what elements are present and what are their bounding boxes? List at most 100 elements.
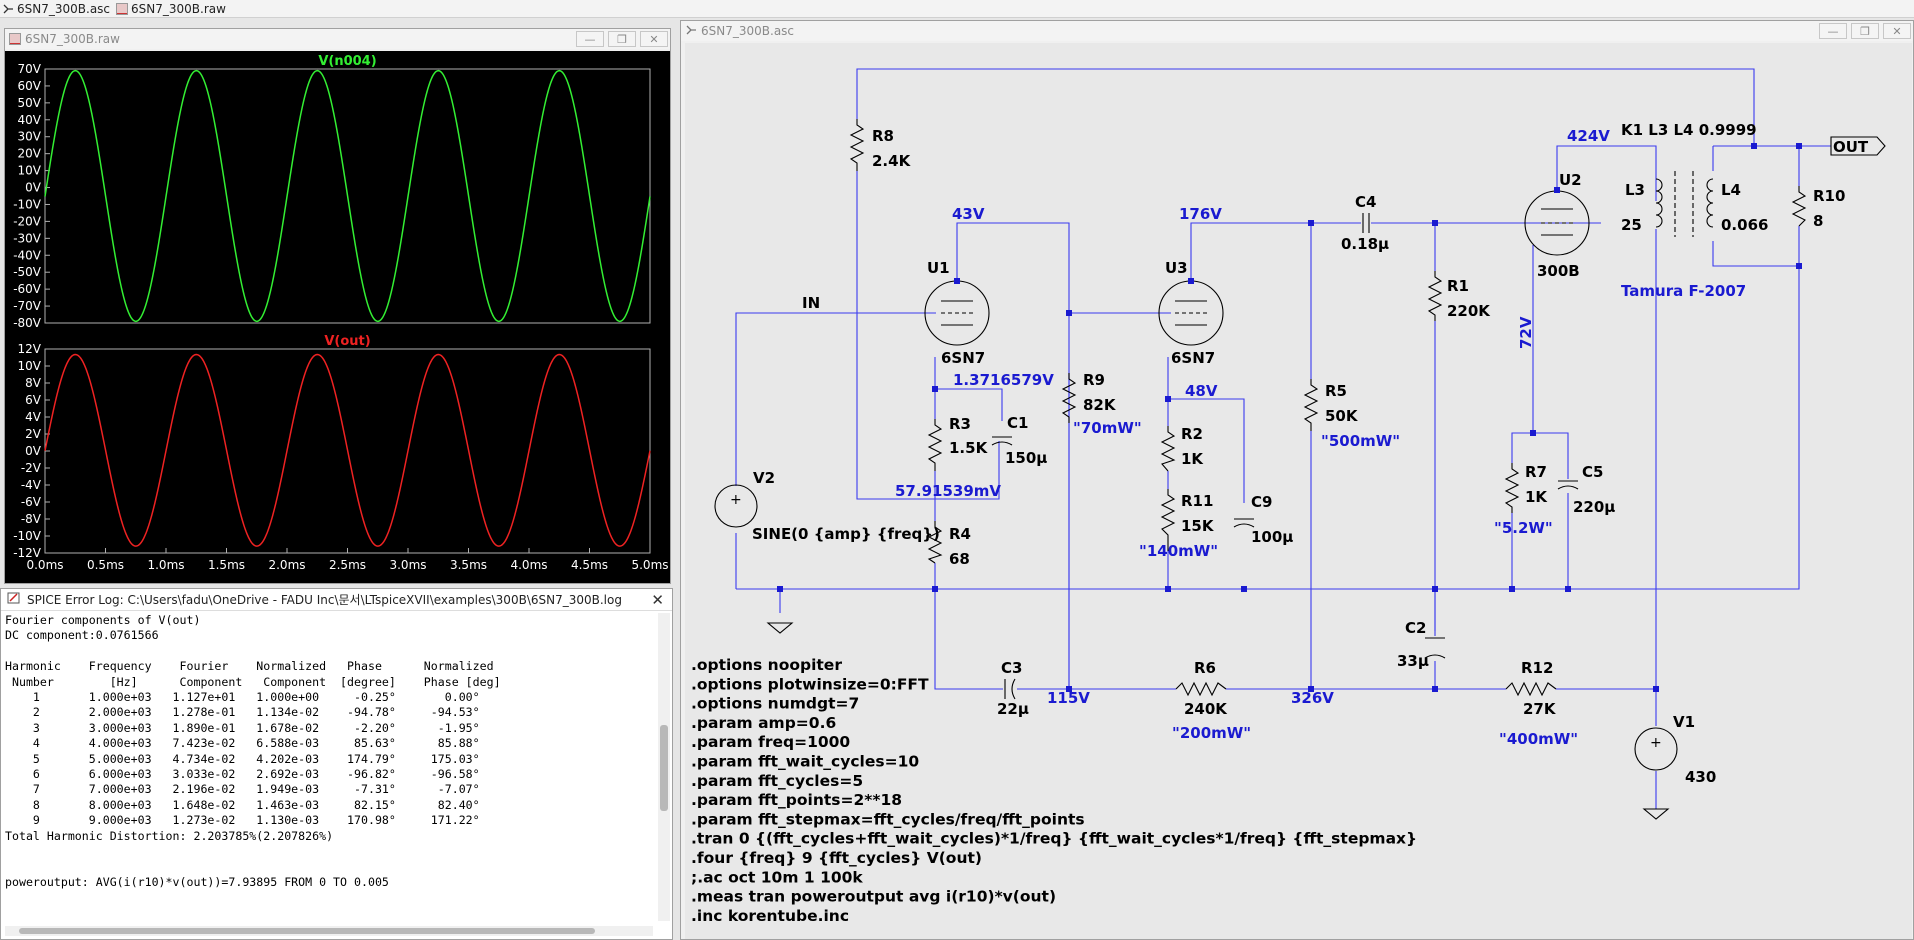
minimize-button[interactable]: — <box>576 31 604 47</box>
minimize-button[interactable]: — <box>1819 23 1847 39</box>
schematic-canvas[interactable]: + + R8 2.4K R9 82K "70mW" R3 1.5K C1 150… <box>685 43 1912 939</box>
scrollbar-thumb[interactable] <box>19 928 595 934</box>
node-57mv: 57.91539mV <box>895 482 1001 500</box>
tab-waveform[interactable]: 6SN7_300B.raw <box>116 0 226 18</box>
spice-directive-line: .options plotwinsize=0:FFT <box>691 675 929 693</box>
close-icon[interactable]: ✕ <box>651 591 664 609</box>
u1-value: 6SN7 <box>941 349 985 367</box>
v2-name: V2 <box>753 469 775 487</box>
r6-power: "200mW" <box>1172 724 1251 742</box>
y-tick-label: 40V <box>18 113 42 127</box>
u2-value: 300B <box>1537 262 1580 280</box>
schematic-window: 6SN7_300B.asc — ❐ ✕ + + R8 2.4K R9 82K "… <box>680 20 1914 940</box>
node-115v: 115V <box>1047 689 1090 707</box>
l3-value: 25 <box>1621 216 1642 234</box>
r7-power: "5.2W" <box>1494 519 1553 537</box>
r4-value: 68 <box>949 550 970 568</box>
y-tick-label: -70V <box>13 299 42 313</box>
error-log-titlebar[interactable]: SPICE Error Log: C:\Users\fadu\OneDrive … <box>1 589 672 611</box>
log-line: DC component:0.0761566 <box>5 628 159 643</box>
x-tick-label: 5.0ms <box>631 558 668 572</box>
waveform-window-title: 6SN7_300B.raw <box>25 32 120 46</box>
y-tick-label: 20V <box>18 147 42 161</box>
log-line: 5 5.000e+03 4.734e-02 4.202e-03 174.79° … <box>5 751 480 766</box>
y-tick-label: -2V <box>21 461 42 475</box>
waveform-plot-area[interactable]: V(n004) 70V 60V 50V 40V 30V 20V 10V 0V -10V -20V -3… <box>5 51 670 583</box>
junction-dots <box>777 143 1802 692</box>
v1-name: V1 <box>1673 713 1695 731</box>
log-line: Total Harmonic Distortion: 2.203785%(2.2… <box>5 828 334 843</box>
waveform-chart[interactable]: V(n004) 70V 60V 50V 40V 30V 20V 10V 0V -10V -20V -3… <box>5 51 670 583</box>
spice-directive-line: .options noopiter <box>691 656 842 674</box>
v1-value: 430 <box>1685 768 1716 786</box>
y-tick-label: -6V <box>21 495 42 509</box>
r1-name: R1 <box>1447 277 1469 295</box>
coupling-directive: K1 L3 L4 0.9999 <box>1621 121 1757 139</box>
spice-directive-line: .inc korentube.inc <box>691 907 849 925</box>
u3-value: 6SN7 <box>1171 349 1215 367</box>
close-button[interactable]: ✕ <box>640 31 668 47</box>
c4-name: C4 <box>1355 193 1376 211</box>
scrollbar-thumb[interactable] <box>660 725 668 811</box>
log-line: 7 7.000e+03 2.196e-02 1.949e-03 -7.31° -… <box>5 782 480 797</box>
log-line: 1 1.000e+03 1.127e+01 1.000e+00 -0.25° 0… <box>5 690 480 705</box>
x-tick-label: 4.5ms <box>571 558 608 572</box>
node-424v: 424V <box>1567 127 1610 145</box>
y-tick-label: 8V <box>25 376 42 390</box>
r2-value: 1K <box>1181 450 1204 468</box>
r11-value: 15K <box>1181 517 1215 535</box>
spice-directive-line: .param fft_cycles=5 <box>691 772 863 790</box>
log-icon <box>7 591 21 608</box>
c3-value: 22µ <box>997 700 1029 718</box>
vacuum-tubes <box>924 190 1590 346</box>
vertical-scrollbar[interactable] <box>658 613 670 921</box>
restore-button[interactable]: ❐ <box>1851 23 1879 39</box>
c2-value: 33µ <box>1397 652 1429 670</box>
waveform-window: 6SN7_300B.raw — ❐ ✕ V(n004) 70V 60V 50V 40V 3… <box>4 28 671 584</box>
restore-button[interactable]: ❐ <box>608 31 636 47</box>
error-log-text[interactable]: Fourier components of V(out) DC component… <box>5 613 655 913</box>
r5-name: R5 <box>1325 382 1347 400</box>
y-tick-label: -30V <box>13 231 42 245</box>
r2-name: R2 <box>1181 425 1203 443</box>
waveform-trace[interactable] <box>44 353 651 547</box>
x-tick-label: 0.5ms <box>87 558 124 572</box>
x-tick-label: 0.0ms <box>26 558 63 572</box>
horizontal-scrollbar[interactable] <box>5 926 653 936</box>
waveform-window-titlebar[interactable]: 6SN7_300B.raw — ❐ ✕ <box>5 29 670 49</box>
y-tick-label: 2V <box>25 427 42 441</box>
wires <box>735 68 1831 809</box>
r12-power: "400mW" <box>1499 730 1578 748</box>
spice-directive-line: .param fft_wait_cycles=10 <box>691 753 919 771</box>
spice-directive-line: .options numdgt=7 <box>691 695 859 713</box>
schematic-icon <box>685 24 697 39</box>
r10-value: 8 <box>1813 212 1823 230</box>
waveform-trace[interactable] <box>44 69 651 323</box>
error-log-title: SPICE Error Log: C:\Users\fadu\OneDrive … <box>27 593 622 607</box>
r7-value: 1K <box>1525 488 1548 506</box>
u3-name: U3 <box>1165 259 1188 277</box>
node-1-37v: 1.3716579V <box>953 371 1054 389</box>
log-line: 2 2.000e+03 1.278e-01 1.134e-02 -94.78° … <box>5 705 480 720</box>
trace-label[interactable]: V(n004) <box>318 54 376 69</box>
schematic-drawing[interactable]: + + R8 2.4K R9 82K "70mW" R3 1.5K C1 150… <box>685 43 1912 939</box>
log-line: 8 8.000e+03 1.648e-02 1.463e-03 82.15° 8… <box>5 797 480 812</box>
schematic-window-title: 6SN7_300B.asc <box>701 24 795 38</box>
y-tick-label: 6V <box>25 393 42 407</box>
close-button[interactable]: ✕ <box>1883 23 1911 39</box>
trace-label[interactable]: V(out) <box>324 334 370 349</box>
document-tab-bar: 6SN7_300B.asc 6SN7_300B.raw <box>0 0 1914 18</box>
r1-value: 220K <box>1447 302 1491 320</box>
svg-text:+: + <box>730 492 742 508</box>
schematic-window-titlebar[interactable]: 6SN7_300B.asc — ❐ ✕ <box>681 21 1913 41</box>
y-tick-label: -50V <box>13 265 42 279</box>
l3-name: L3 <box>1625 181 1645 199</box>
y-tick-label: -10V <box>13 529 42 543</box>
node-326v: 326V <box>1291 689 1334 707</box>
u1-name: U1 <box>927 259 950 277</box>
node-176v: 176V <box>1179 205 1222 223</box>
tab-schematic[interactable]: 6SN7_300B.asc <box>2 0 110 18</box>
x-tick-label: 4.0ms <box>510 558 547 572</box>
in-net-label: IN <box>802 294 820 312</box>
